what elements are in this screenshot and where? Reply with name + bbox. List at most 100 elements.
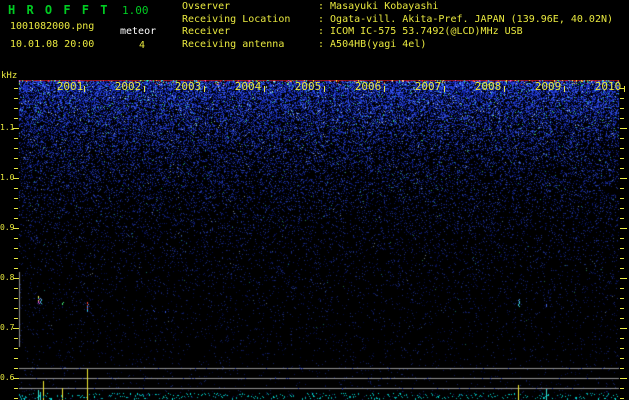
time-axis-label: 2010	[594, 80, 622, 93]
freq-minor-tick-left	[14, 358, 18, 359]
time-axis-label: 2009	[534, 80, 562, 93]
freq-minor-tick-right	[620, 208, 624, 209]
freq-minor-tick-left	[14, 398, 18, 399]
freq-minor-tick-right	[620, 308, 624, 309]
app-title: H R O F F T	[8, 3, 110, 17]
freq-minor-tick-right	[620, 258, 624, 259]
info-value: : Masayuki Kobayashi	[318, 1, 439, 12]
info-row: Receiver : ICOM IC-575 53.7492(@LCD)MHz U…	[182, 26, 613, 39]
info-value: : ICOM IC-575 53.7492(@LCD)MHz USB	[318, 26, 523, 37]
freq-axis-unit-label: kHz	[1, 71, 18, 81]
freq-axis-label: 0.7	[0, 323, 15, 332]
freq-minor-tick-right	[620, 118, 624, 119]
time-minute-tick	[264, 86, 265, 92]
freq-major-tick-right	[620, 178, 627, 179]
freq-minor-tick-left	[14, 248, 18, 249]
time-minute-tick	[444, 86, 445, 92]
freq-minor-tick-right	[620, 338, 624, 339]
output-filename: 1001082000.png	[10, 21, 95, 32]
freq-minor-tick-right	[620, 348, 624, 349]
meteor-counter-value: 4	[139, 40, 146, 51]
time-axis-label: 2003	[174, 80, 202, 93]
observer-info-block: Ovserver: Masayuki Kobayashi Receiving Lo…	[182, 1, 613, 51]
freq-minor-tick-right	[620, 358, 624, 359]
freq-major-tick-right	[620, 278, 627, 279]
freq-minor-tick-right	[620, 298, 624, 299]
freq-minor-tick-right	[620, 218, 624, 219]
time-minute-tick	[144, 86, 145, 92]
hrofft-screenshot: H R O F F T 1.00 1001082000.png meteor 1…	[0, 0, 629, 400]
time-minute-tick	[564, 86, 565, 92]
freq-minor-tick-left	[14, 388, 18, 389]
freq-minor-tick-left	[14, 238, 18, 239]
info-label: Receiving Location	[182, 13, 291, 25]
app-version: 1.00	[122, 4, 149, 17]
freq-minor-tick-right	[620, 238, 624, 239]
freq-minor-tick-left	[14, 88, 18, 89]
time-minute-tick	[384, 86, 385, 92]
freq-minor-tick-left	[14, 268, 18, 269]
freq-axis-label: 1.0	[0, 173, 15, 182]
freq-major-tick-right	[620, 228, 627, 229]
freq-minor-tick-left	[14, 288, 18, 289]
freq-minor-tick-right	[620, 198, 624, 199]
freq-minor-tick-left	[14, 208, 18, 209]
freq-major-tick-right	[620, 378, 627, 379]
freq-minor-tick-left	[14, 148, 18, 149]
observation-datetime: 10.01.08 20:00	[10, 39, 95, 50]
time-minute-tick	[624, 86, 625, 92]
info-row: Receiving antenna : A504HB(yagi 4el)	[182, 39, 613, 52]
info-label: Receiver	[182, 26, 231, 37]
freq-minor-tick-left	[14, 98, 18, 99]
freq-minor-tick-right	[620, 158, 624, 159]
freq-minor-tick-left	[14, 318, 18, 319]
freq-axis-label: 0.8	[0, 273, 15, 282]
freq-minor-tick-left	[14, 188, 18, 189]
info-label: Receiving antenna	[182, 38, 285, 50]
freq-minor-tick-right	[620, 108, 624, 109]
freq-minor-tick-right	[620, 138, 624, 139]
freq-minor-tick-right	[620, 188, 624, 189]
time-axis-label: 2007	[414, 80, 442, 93]
freq-minor-tick-right	[620, 318, 624, 319]
freq-minor-tick-left	[14, 158, 18, 159]
freq-minor-tick-left	[14, 308, 18, 309]
freq-axis-label: 0.6	[0, 373, 15, 382]
info-row: Receiving Location : Ogata-vill. Akita-Pr…	[182, 14, 613, 27]
freq-minor-tick-right	[620, 398, 624, 399]
freq-minor-tick-right	[620, 248, 624, 249]
freq-minor-tick-right	[620, 268, 624, 269]
freq-minor-tick-left	[14, 298, 18, 299]
freq-major-tick-right	[620, 328, 627, 329]
info-value: : Ogata-vill. Akita-Pref. JAPAN (139.96E…	[318, 13, 614, 25]
time-axis-label: 2008	[474, 80, 502, 93]
freq-minor-tick-left	[14, 108, 18, 109]
time-minute-tick	[504, 86, 505, 92]
time-axis-label: 2006	[354, 80, 382, 93]
freq-major-tick-left	[13, 278, 19, 279]
freq-minor-tick-left	[14, 118, 18, 119]
freq-minor-tick-left	[14, 348, 18, 349]
time-minute-tick	[84, 86, 85, 92]
freq-minor-tick-left	[14, 168, 18, 169]
freq-minor-tick-left	[14, 198, 18, 199]
freq-axis-label: 1.1	[0, 123, 15, 132]
freq-minor-tick-left	[14, 368, 18, 369]
freq-minor-tick-left	[14, 218, 18, 219]
time-axis-label: 2005	[294, 80, 322, 93]
freq-axis-label: 0.9	[0, 223, 15, 232]
freq-minor-tick-right	[620, 168, 624, 169]
time-axis-label: 2004	[234, 80, 262, 93]
freq-minor-tick-right	[620, 288, 624, 289]
freq-major-tick-left	[13, 328, 19, 329]
time-minute-tick	[204, 86, 205, 92]
time-minute-tick	[324, 86, 325, 92]
axes-layer: 1.1 1.0 0.9 0.8 0.7 0.6 2001 2002 2003 2004 2005 20…	[0, 0, 629, 400]
time-axis-label: 2002	[114, 80, 142, 93]
freq-minor-tick-left	[14, 138, 18, 139]
freq-minor-tick-left	[14, 338, 18, 339]
info-row: Ovserver: Masayuki Kobayashi	[182, 1, 613, 14]
info-value: : A504HB(yagi 4el)	[318, 38, 427, 50]
freq-major-tick-right	[620, 128, 627, 129]
freq-minor-tick-right	[620, 148, 624, 149]
